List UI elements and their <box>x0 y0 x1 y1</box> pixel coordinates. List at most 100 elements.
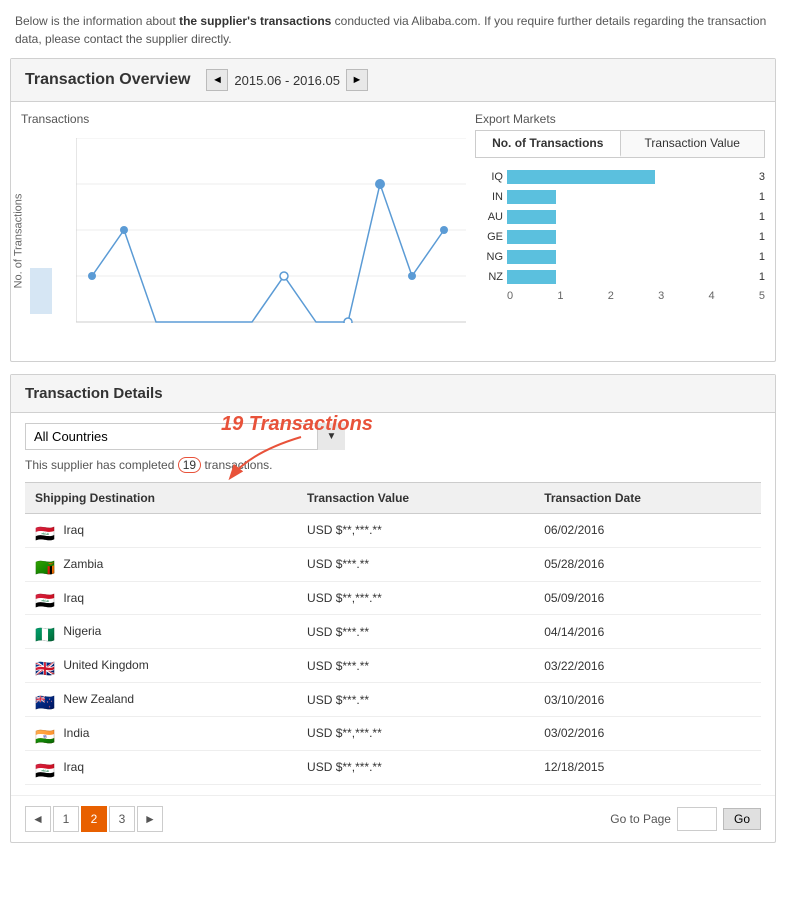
bar-fill <box>507 210 556 224</box>
cell-date: 03/10/2016 <box>534 683 761 717</box>
goto-label: Go to Page <box>610 812 671 826</box>
date-range: 2015.06 - 2016.05 <box>234 73 340 88</box>
table-row: 🇳🇿 New Zealand USD $***.** 03/10/2016 <box>25 683 761 717</box>
tab-transaction-value[interactable]: Transaction Value <box>621 131 765 157</box>
country-name: New Zealand <box>63 692 134 706</box>
bar-x-tick: 2 <box>608 290 614 302</box>
details-title: Transaction Details <box>25 385 163 402</box>
line-chart-svg: 4 2 0 <box>76 138 466 323</box>
table-row: 🇮🇶 Iraq USD $**,***.** 12/18/2015 <box>25 750 761 784</box>
table-head: Shipping Destination Transaction Value T… <box>25 483 761 514</box>
cell-date: 12/18/2015 <box>534 750 761 784</box>
intro-text-before: Below is the information about <box>15 14 179 28</box>
cell-value: USD $**,***.** <box>297 514 534 548</box>
bar-value: 1 <box>759 211 765 223</box>
bar-track <box>507 190 753 204</box>
bar-fill <box>507 190 556 204</box>
country-name: India <box>63 726 89 740</box>
goto-page: Go to Page Go <box>610 807 761 831</box>
bar-fill <box>507 170 655 184</box>
filter-row: All Countries Iraq Zambia Nigeria United… <box>25 423 761 450</box>
bar-value: 1 <box>759 271 765 283</box>
flag-icon: 🇿🇲 <box>35 558 55 572</box>
bar-country-label: NZ <box>475 271 503 283</box>
cell-destination: 🇮🇶 Iraq <box>25 514 297 548</box>
prev-date-button[interactable]: ◄ <box>206 69 228 91</box>
cell-date: 03/22/2016 <box>534 649 761 683</box>
bar-country-label: IQ <box>475 171 503 183</box>
bar-track <box>507 210 753 224</box>
flag-icon: 🇮🇶 <box>35 761 55 775</box>
page-2-button[interactable]: 2 <box>81 806 107 832</box>
col-date: Transaction Date <box>534 483 761 514</box>
chart-label: Transactions <box>21 112 465 126</box>
page-1-button[interactable]: 1 <box>53 806 79 832</box>
cell-value: USD $***.** <box>297 649 534 683</box>
flag-icon: 🇮🇶 <box>35 524 55 538</box>
bar-country-label: GE <box>475 231 503 243</box>
bar-x-tick: 0 <box>507 290 513 302</box>
country-name: Iraq <box>63 523 84 537</box>
export-markets: Export Markets No. of Transactions Trans… <box>475 112 765 351</box>
bar-x-tick: 5 <box>759 290 765 302</box>
bar-fill <box>507 270 556 284</box>
bar-country-label: NG <box>475 251 503 263</box>
cell-value: USD $**,***.** <box>297 750 534 784</box>
cell-date: 06/02/2016 <box>534 514 761 548</box>
bar-value: 1 <box>759 231 765 243</box>
country-select-wrapper: All Countries Iraq Zambia Nigeria United… <box>25 423 345 450</box>
next-date-button[interactable]: ► <box>346 69 368 91</box>
page-prev-button[interactable]: ◄ <box>25 806 51 832</box>
pagination-bar: ◄ 1 2 3 ► Go to Page Go <box>11 795 775 842</box>
cell-value: USD $***.** <box>297 683 534 717</box>
bar-track <box>507 170 753 184</box>
cell-value: USD $**,***.** <box>297 581 534 615</box>
table-row: 🇿🇲 Zambia USD $***.** 05/28/2016 <box>25 547 761 581</box>
y-axis-label: No. of Transactions <box>12 193 24 288</box>
bar-row: AU 1 <box>475 210 765 224</box>
col-value: Transaction Value <box>297 483 534 514</box>
bar-x-tick: 4 <box>709 290 715 302</box>
bar-row: NG 1 <box>475 250 765 264</box>
table-body: 🇮🇶 Iraq USD $**,***.** 06/02/2016 🇿🇲 Zam… <box>25 514 761 785</box>
intro-section: Below is the information about the suppl… <box>0 0 786 58</box>
table-header-row: Shipping Destination Transaction Value T… <box>25 483 761 514</box>
cell-value: USD $**,***.** <box>297 716 534 750</box>
bar-row: NZ 1 <box>475 270 765 284</box>
bar-row: IN 1 <box>475 190 765 204</box>
flag-icon: 🇳🇿 <box>35 693 55 707</box>
overview-header: Transaction Overview ◄ 2015.06 - 2016.05… <box>11 59 775 102</box>
page-next-button[interactable]: ► <box>137 806 163 832</box>
bar-row: IQ 3 <box>475 170 765 184</box>
cell-date: 04/14/2016 <box>534 615 761 649</box>
cell-date: 03/02/2016 <box>534 716 761 750</box>
table-row: 🇮🇶 Iraq USD $**,***.** 06/02/2016 <box>25 514 761 548</box>
bar-x-axis: 012345 <box>475 290 765 302</box>
export-tabs: No. of Transactions Transaction Value <box>475 130 765 158</box>
goto-input[interactable] <box>677 807 717 831</box>
country-name: United Kingdom <box>63 658 148 672</box>
page-buttons: ◄ 1 2 3 ► <box>25 806 163 832</box>
cell-date: 05/09/2016 <box>534 581 761 615</box>
bar-country-label: IN <box>475 191 503 203</box>
transactions-chart: Transactions No. of Transactions 4 2 0 <box>21 112 465 351</box>
details-body: All Countries Iraq Zambia Nigeria United… <box>11 413 775 795</box>
go-button[interactable]: Go <box>723 808 761 830</box>
completed-message: This supplier has completed 19 transacti… <box>25 458 761 472</box>
country-select[interactable]: All Countries Iraq Zambia Nigeria United… <box>25 423 345 450</box>
svg-chart-wrap: No. of Transactions 4 2 0 <box>21 130 465 351</box>
cell-destination: 🇿🇲 Zambia <box>25 547 297 581</box>
table-row: 🇮🇶 Iraq USD $**,***.** 05/09/2016 <box>25 581 761 615</box>
page-3-button[interactable]: 3 <box>109 806 135 832</box>
tab-no-transactions[interactable]: No. of Transactions <box>476 131 621 157</box>
cell-destination: 🇳🇬 Nigeria <box>25 615 297 649</box>
cell-destination: 🇳🇿 New Zealand <box>25 683 297 717</box>
completed-count: 19 <box>178 457 201 473</box>
bar-value: 3 <box>759 171 765 183</box>
country-name: Zambia <box>63 557 103 571</box>
transaction-details-box: Transaction Details 19 Transactions All … <box>10 374 776 843</box>
bar-x-tick: 3 <box>658 290 664 302</box>
bar-track <box>507 270 753 284</box>
flag-icon: 🇬🇧 <box>35 659 55 673</box>
cell-value: USD $***.** <box>297 547 534 581</box>
